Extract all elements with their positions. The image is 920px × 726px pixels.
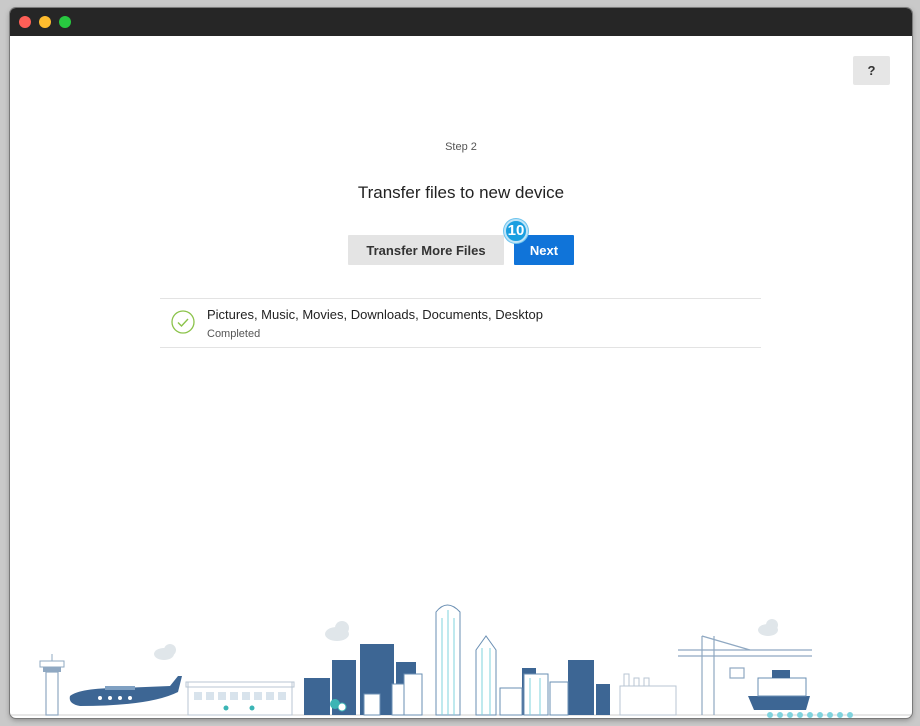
transfer-list-item: Pictures, Music, Movies, Downloads, Docu… [160,298,761,348]
step-label: Step 2 [445,141,477,153]
airplane-icon [69,676,182,706]
control-tower-icon [39,654,65,716]
check-circle-icon [171,310,195,334]
tour-step-badge: 10 [504,219,528,243]
transfer-item-title: Pictures, Music, Movies, Downloads, Docu… [207,307,543,322]
terminal-building-icon [185,681,295,716]
skyscrapers [363,604,569,716]
factory-icon [619,673,677,716]
help-button[interactable]: ? [853,56,890,85]
cargo-ship-icon [748,670,810,710]
city-skyline-illustration [10,604,912,718]
title-bar [10,8,912,36]
maximize-window-button[interactable] [59,16,71,28]
water-waves [767,712,853,718]
transfer-more-files-button[interactable]: Transfer More Files [348,235,504,265]
page-title: Transfer files to new device [357,183,565,202]
transfer-item-status: Completed [207,328,261,340]
app-window: ? Step 2 Transfer files to new device Tr… [10,8,912,718]
cloud-icon [154,619,778,660]
minimize-window-button[interactable] [39,16,51,28]
close-window-button[interactable] [19,16,31,28]
